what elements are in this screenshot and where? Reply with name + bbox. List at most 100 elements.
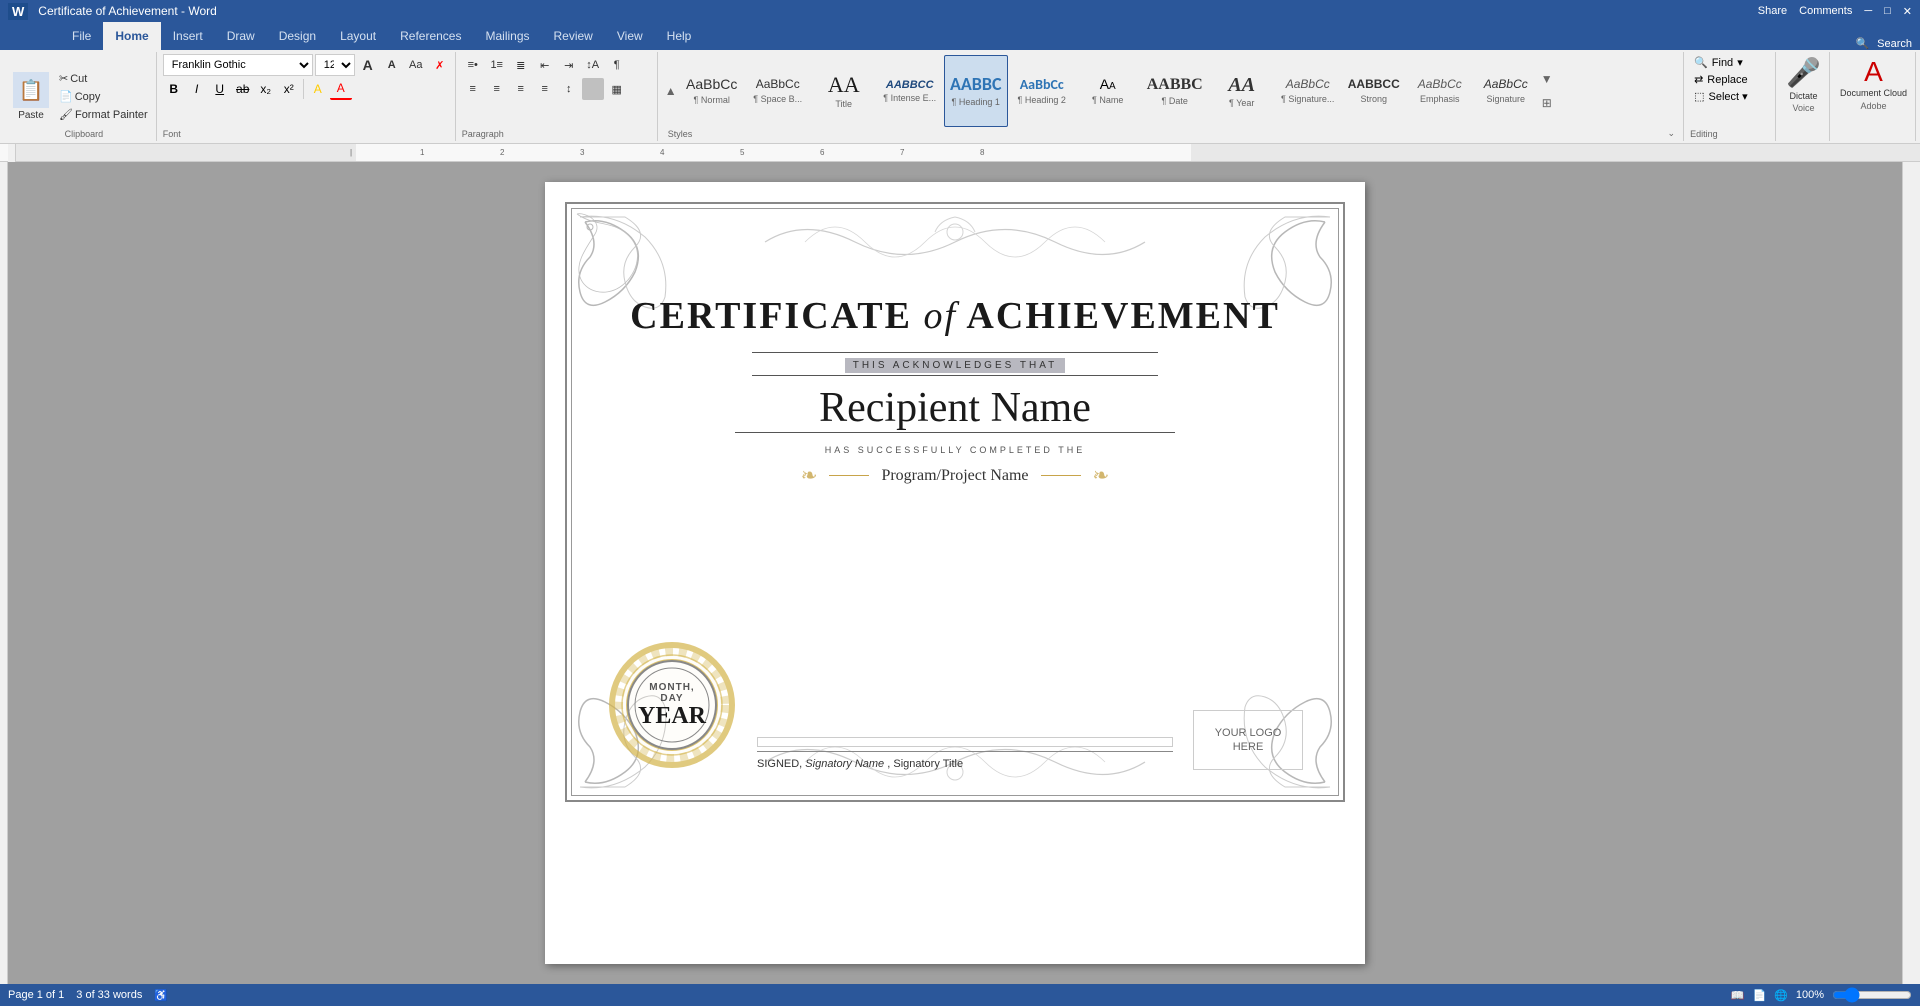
decrease-indent-button[interactable]: ⇤	[534, 54, 556, 76]
italic-button[interactable]: I	[186, 78, 208, 100]
align-center-button[interactable]: ≡	[486, 78, 508, 100]
tab-layout[interactable]: Layout	[328, 22, 388, 50]
copy-button[interactable]: 📄 Copy	[55, 88, 152, 105]
underline-button[interactable]: U	[209, 78, 231, 100]
document-page[interactable]: CERTIFICATE of ACHIEVEMENT THIS ACKNOWLE…	[545, 182, 1365, 964]
adobe-icon: A	[1864, 56, 1883, 88]
style-spacebefore[interactable]: AaBbCc ¶ Space B...	[746, 55, 810, 127]
multilevel-button[interactable]: ≣	[510, 54, 532, 76]
style-h1-label: ¶ Heading 1	[952, 97, 1000, 107]
text-color-button[interactable]: A	[330, 78, 352, 100]
justify-button[interactable]: ≡	[534, 78, 556, 100]
style-signature[interactable]: AaBbCc ¶ Signature...	[1276, 55, 1340, 127]
seal-inner: MONTH, DAY YEAR	[638, 682, 706, 728]
view-print-btn[interactable]: 📄	[1752, 989, 1766, 1002]
align-left-button[interactable]: ≡	[462, 78, 484, 100]
style-strong-preview: AABBCC	[1348, 78, 1400, 91]
select-button[interactable]: ⬚ Select ▾	[1690, 88, 1771, 105]
swirl-line-right	[1041, 475, 1081, 476]
search-icon: 🔍	[1855, 37, 1869, 50]
style-title[interactable]: AA Title	[812, 55, 876, 127]
tab-help[interactable]: Help	[655, 22, 704, 50]
sort-button[interactable]: ↕A	[582, 54, 604, 76]
cert-signature-area: SIGNED, Signatory Name , Signatory Title	[757, 737, 1173, 770]
borders-button[interactable]: ▦	[606, 78, 628, 100]
cut-button[interactable]: ✂ Cut	[55, 70, 152, 87]
tab-references[interactable]: References	[388, 22, 473, 50]
accessibility-icon[interactable]: ♿	[154, 989, 168, 1002]
zoom-level: 100%	[1796, 989, 1824, 1001]
style-name-label: ¶ Name	[1092, 95, 1123, 105]
styles-group-label: Styles	[668, 129, 693, 139]
paragraph-group: ≡• 1≡ ≣ ⇤ ⇥ ↕A ¶ ≡ ≡ ≡ ≡ ↕ ▦ Paragraph	[458, 52, 658, 141]
font-size-select[interactable]: 12	[315, 54, 355, 76]
paste-button[interactable]: 📋 Paste	[8, 54, 54, 139]
styles-expand[interactable]: ⊞	[1540, 91, 1554, 115]
styles-scroll-up[interactable]: ▲	[664, 55, 678, 127]
cert-bottom: MONTH, DAY YEAR SIGNED, Signatory Name ,…	[607, 640, 1303, 770]
tab-home[interactable]: Home	[103, 22, 160, 50]
change-case-button[interactable]: Aa	[405, 54, 427, 76]
styles-scroll-controls: ▼ ⊞	[1540, 67, 1554, 115]
text-highlight-button[interactable]: A	[307, 78, 329, 100]
format-painter-button[interactable]: 🖌 Format Painter	[55, 106, 152, 123]
dictate-button[interactable]: 🎤 Dictate	[1786, 56, 1821, 101]
replace-button[interactable]: ⇄ Replace	[1690, 71, 1771, 88]
tab-mailings[interactable]: Mailings	[473, 22, 541, 50]
font-family-select[interactable]: Franklin Gothic	[163, 54, 313, 76]
style-title-preview: AA	[828, 73, 860, 97]
view-read-btn[interactable]: 📖	[1731, 989, 1745, 1002]
clear-format-button[interactable]: ✗	[429, 54, 451, 76]
show-marks-button[interactable]: ¶	[606, 54, 628, 76]
increase-indent-button[interactable]: ⇥	[558, 54, 580, 76]
superscript-button[interactable]: x²	[278, 78, 300, 100]
search-box[interactable]: 🔍 Search	[1847, 37, 1920, 50]
style-date-preview: AABBC	[1147, 76, 1203, 94]
bold-button[interactable]: B	[163, 78, 185, 100]
tab-file[interactable]: File	[60, 22, 103, 50]
style-intense[interactable]: AABBCC ¶ Intense E...	[878, 55, 942, 127]
styles-scroll-down[interactable]: ▼	[1540, 67, 1554, 91]
style-emphasis[interactable]: AaBbCc Emphasis	[1408, 55, 1472, 127]
subscript-button[interactable]: x₂	[255, 78, 277, 100]
tab-review[interactable]: Review	[542, 22, 605, 50]
scroll-area[interactable]: CERTIFICATE of ACHIEVEMENT THIS ACKNOWLE…	[8, 162, 1902, 984]
style-normal[interactable]: AaBbCc ¶ Normal	[680, 55, 744, 127]
status-bar: Page 1 of 1 3 of 33 words ♿ 📖 📄 🌐 100%	[0, 984, 1920, 1006]
align-right-button[interactable]: ≡	[510, 78, 532, 100]
tab-insert[interactable]: Insert	[161, 22, 215, 50]
shading-button[interactable]	[582, 78, 604, 100]
cert-top-line	[752, 352, 1158, 353]
style-h1[interactable]: AABBC ¶ Heading 1	[944, 55, 1008, 127]
tab-draw[interactable]: Draw	[215, 22, 267, 50]
font-shrink-button[interactable]: A	[381, 54, 403, 76]
style-h2-preview: AaBbCc	[1020, 77, 1064, 92]
close-btn[interactable]: ✕	[1903, 5, 1912, 18]
share-btn[interactable]: Share	[1758, 5, 1787, 17]
style-normal-preview: AaBbCc	[686, 77, 737, 92]
find-label: Find	[1712, 57, 1733, 69]
maximize-btn[interactable]: □	[1884, 5, 1891, 17]
bullets-button[interactable]: ≡•	[462, 54, 484, 76]
styles-dialog-launcher[interactable]: ⌄	[1668, 128, 1676, 139]
cert-seal: MONTH, DAY YEAR	[607, 640, 737, 770]
find-button[interactable]: 🔍 Find ▾	[1690, 54, 1771, 71]
style-name[interactable]: Aa ¶ Name	[1076, 55, 1140, 127]
tab-design[interactable]: Design	[267, 22, 328, 50]
style-h2[interactable]: AaBbCc ¶ Heading 2	[1010, 55, 1074, 127]
font-grow-button[interactable]: A	[357, 54, 379, 76]
style-sig2[interactable]: AaBbCc Signature	[1474, 55, 1538, 127]
strikethrough-button[interactable]: ab	[232, 78, 254, 100]
tab-view[interactable]: View	[605, 22, 655, 50]
style-strong[interactable]: AABBCC Strong	[1342, 55, 1406, 127]
style-year[interactable]: AA ¶ Year	[1210, 55, 1274, 127]
zoom-slider[interactable]	[1832, 987, 1912, 1003]
style-date[interactable]: AABBC ¶ Date	[1142, 55, 1208, 127]
numbering-button[interactable]: 1≡	[486, 54, 508, 76]
comments-btn[interactable]: Comments	[1799, 5, 1852, 17]
adobe-button[interactable]: A Document Cloud	[1840, 56, 1907, 99]
view-web-btn[interactable]: 🌐	[1774, 989, 1788, 1002]
minimize-btn[interactable]: ─	[1864, 5, 1872, 17]
ruler-corner	[8, 144, 16, 162]
line-spacing-button[interactable]: ↕	[558, 78, 580, 100]
